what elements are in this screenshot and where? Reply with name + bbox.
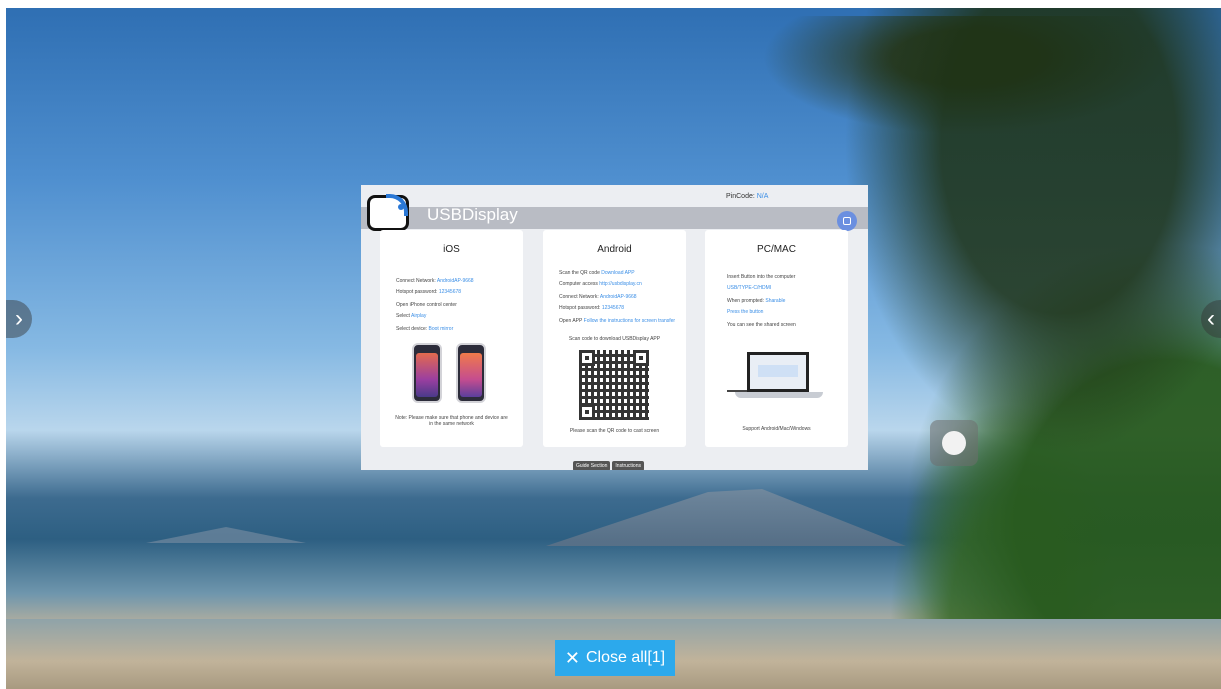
close-icon: ✕ [564,647,580,668]
settings-button[interactable] [837,211,857,231]
pincode-label: PinCode: [726,193,755,200]
pc-card: PC/MAC Insert Button into the computer U… [705,230,848,447]
ios-card-title: iOS [443,244,460,255]
android-access: Computer access http://usbdisplay.cn [559,281,642,287]
phone-image [412,343,442,403]
close-all-label: Close all[1] [585,649,666,666]
ios-network-link[interactable]: AndroidAP-9668 [437,278,474,284]
ios-control-center: Open iPhone control center [396,302,457,308]
android-card: Android Scan the QR code Download APP Co… [543,230,686,447]
android-open-app: Open APP Follow the instructions for scr… [559,318,676,324]
laptop-illustration [727,352,825,404]
usbdisplay-dialog: USBDisplay PinCode: N/A iOS Connect Netw… [361,185,868,470]
access-link[interactable]: http://usbdisplay.cn [599,281,641,287]
tab-guide-section[interactable]: Guide Section [573,461,611,470]
ios-password: Hotspot password: 12345678 [396,289,462,295]
android-network: Connect Network: AndroidAP-9668 [559,294,637,300]
floating-assistive-button[interactable] [930,420,978,466]
dialog-tabs: Guide Section Instructions [573,461,644,470]
app-title: USBDisplay [427,205,518,224]
pincode-value: N/A [756,193,769,200]
qr-code [579,350,649,420]
pincode: PinCode: N/A [726,193,768,200]
pc-insert-value: USB/TYPE-C/HDMI [727,285,772,291]
android-card-title: Android [597,244,632,255]
wallpaper-island [146,527,306,543]
assistive-dot-icon [942,431,966,455]
usbdisplay-logo-icon [367,194,409,231]
pc-press: Press the button [727,309,764,315]
android-scan-download: Scan code to download USBDisplay APP [568,336,661,342]
ios-card: iOS Connect Network: AndroidAP-9668 Hots… [380,230,523,447]
close-all-button[interactable]: ✕ Close all[1] [555,640,675,676]
ios-network: Connect Network: AndroidAP-9668 [396,278,474,284]
tab-instructions[interactable]: Instructions [612,461,644,470]
ios-select: Select Airplay [396,313,427,319]
pc-prompted: When prompted: Sharable [727,298,786,304]
pc-support: Support Android/Mac/Windows [742,426,811,432]
android-password: Hotspot password: 12345678 [559,305,625,311]
phone-image [456,343,486,403]
ios-device: Select device: Boot mirror [396,326,454,332]
pc-card-title: PC/MAC [757,244,796,255]
android-scan: Scan the QR code Download APP [559,270,635,276]
dialog-header: USBDisplay PinCode: N/A [361,185,868,231]
phone-illustrations [412,343,486,403]
pc-insert: Insert Button into the computer [727,274,796,280]
ios-note: Note: Please make sure that phone and de… [395,415,508,427]
android-cast-note: Please scan the QR code to cast screen [569,428,660,434]
pc-shared: You can see the shared screen [727,322,796,328]
